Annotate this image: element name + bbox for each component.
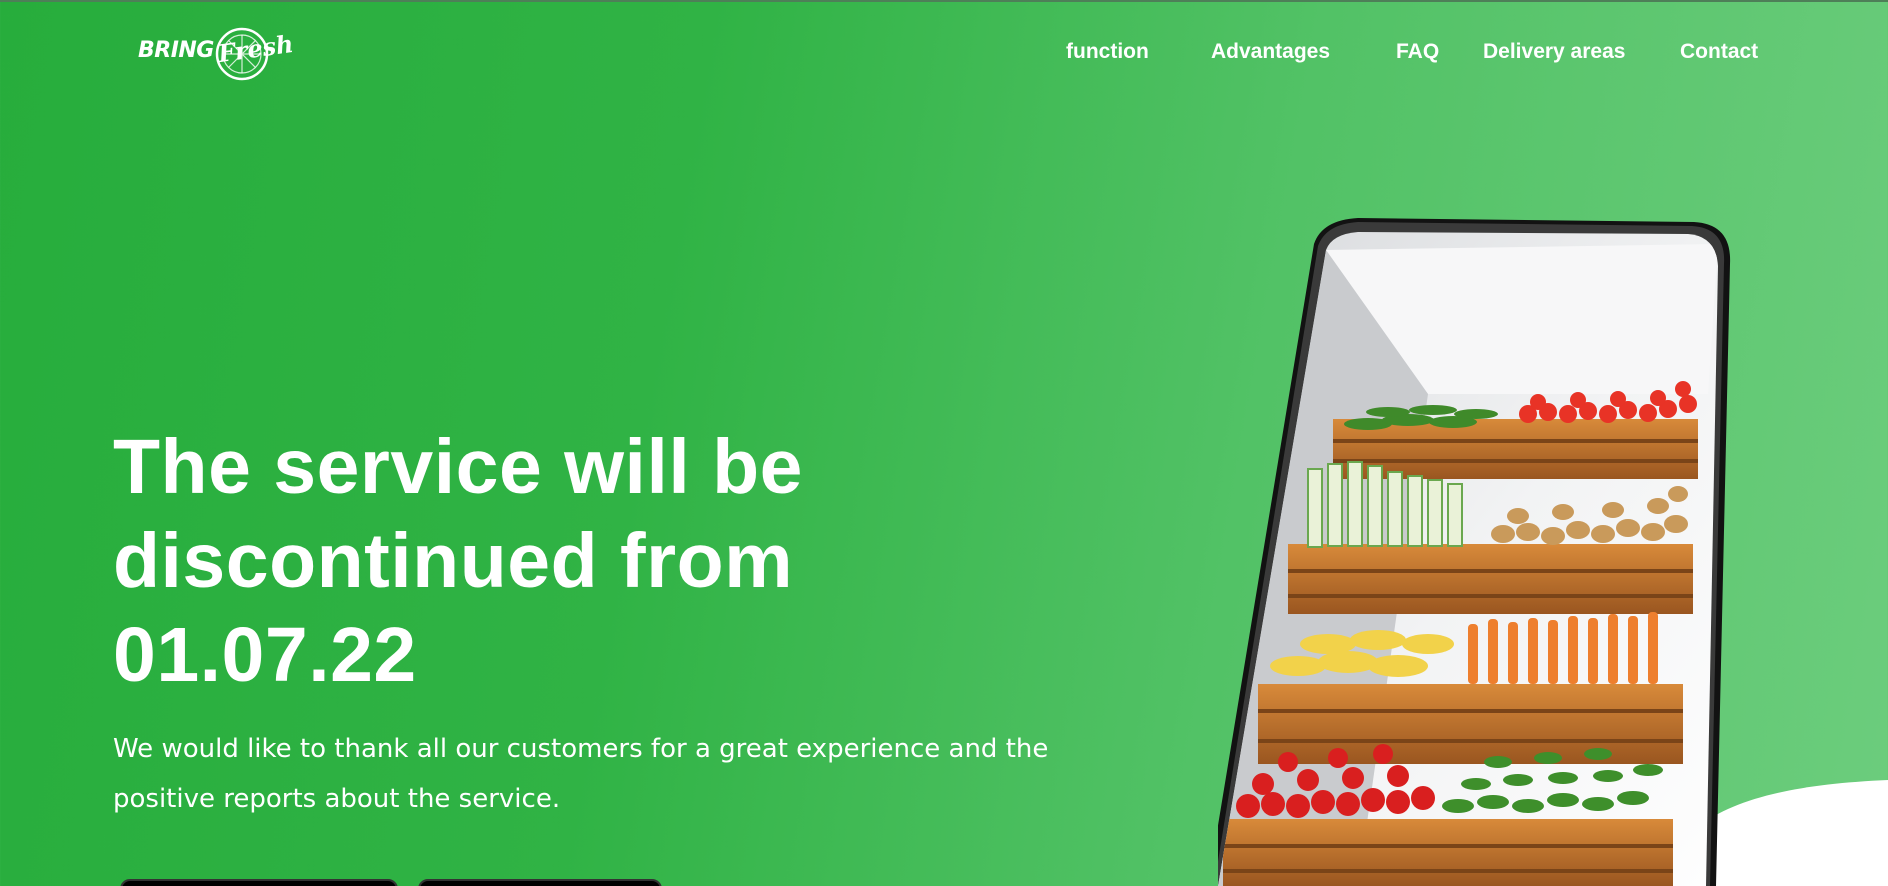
nav-link-function[interactable]: function xyxy=(1066,40,1149,64)
phone-with-vegetable-crates xyxy=(1208,214,1758,886)
hero-title-line-2: discontinued from xyxy=(113,518,794,604)
crate-leeks xyxy=(1288,461,1488,614)
nav-link-faq[interactable]: FAQ xyxy=(1396,40,1439,64)
phone-illustration xyxy=(1208,218,1731,886)
site-header: Bring Fresh function Advantages FAQ Deli… xyxy=(0,0,1888,106)
app-store-button[interactable] xyxy=(120,879,398,886)
nav-link-advantages[interactable]: Advantages xyxy=(1211,40,1330,64)
nav-link-contact[interactable]: Contact xyxy=(1680,40,1758,64)
main-navigation: function Advantages FAQ Delivery areas C… xyxy=(0,40,1888,70)
hero-title-line-3: 01.07.22 xyxy=(113,612,417,698)
nav-link-delivery-areas[interactable]: Delivery areas xyxy=(1483,40,1625,64)
hero-title-line-1: The service will be xyxy=(113,424,803,510)
hero-description: We would like to thank all our customers… xyxy=(113,734,1049,814)
hero-title: The service will be discontinued from 01… xyxy=(113,420,973,702)
google-play-button[interactable] xyxy=(418,879,662,886)
